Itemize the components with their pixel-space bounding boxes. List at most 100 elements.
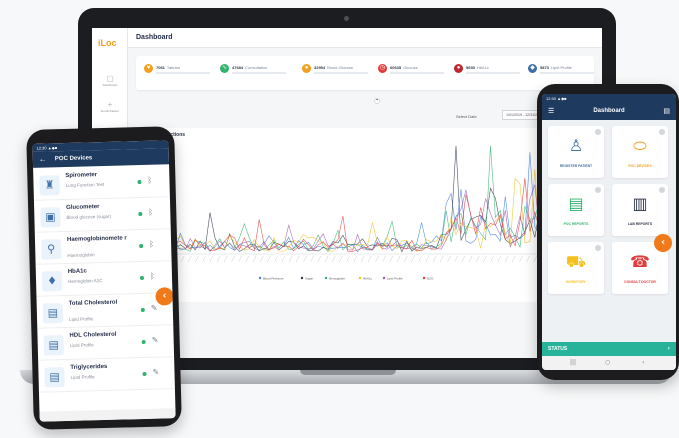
stat-value: 47684 Consultation: [232, 65, 267, 70]
x-tick: [389, 255, 393, 263]
lungs-icon: ♜: [39, 175, 60, 196]
x-tick: [238, 255, 242, 263]
x-tick: [260, 255, 264, 263]
collapse-fab-button[interactable]: ‹: [654, 234, 672, 252]
cart-icon: ⛟: [565, 252, 587, 271]
series-line: [145, 145, 585, 253]
x-tick: [454, 255, 458, 263]
x-tick: [209, 255, 213, 263]
x-tick: [519, 255, 523, 263]
legend-item[interactable]: Lipid Profile: [387, 276, 403, 280]
connection-status-dot: [142, 371, 147, 377]
back-icon[interactable]: ‹: [642, 359, 644, 366]
bluetooth-icon[interactable]: ᛒ: [149, 240, 154, 249]
stat-label: Glucose: [403, 65, 418, 70]
tile-corner-badge: [659, 129, 665, 135]
screen-title: POC Devices: [54, 155, 93, 163]
dashboard-tile[interactable]: ♙ REGISTER PATIENT: [548, 126, 604, 178]
bluetooth-icon[interactable]: ᛒ: [147, 176, 152, 185]
x-tick: [411, 255, 415, 263]
bluetooth-icon[interactable]: ᛒ: [148, 208, 153, 217]
stat-number: 5873: [540, 65, 549, 70]
tile-corner-badge: [595, 187, 601, 193]
device-list-item[interactable]: ♦ HbA1c Hemoglobin A1C ᛒ: [35, 262, 173, 297]
top-header: Dashboard: [128, 28, 602, 48]
legend-item[interactable]: Blood Pressure: [263, 276, 284, 280]
pen-icon[interactable]: ✎: [151, 304, 158, 313]
x-tick: [368, 255, 372, 263]
magnifier-icon: ⚲: [40, 239, 62, 260]
more-icon[interactable]: ▤: [663, 107, 670, 115]
select-date-label: Select Date: [456, 114, 477, 119]
lipid-chart-icon: ▤: [42, 303, 64, 324]
recent-apps-icon[interactable]: |||: [570, 359, 576, 366]
x-tick: [324, 255, 329, 263]
x-tick: [180, 255, 185, 263]
pen-icon[interactable]: ✎: [152, 368, 159, 377]
legend-item[interactable]: ECG: [427, 276, 434, 280]
device-list-item[interactable]: ♜ Spirometer Lung Function Test ᛒ: [33, 166, 170, 201]
x-tick: [526, 255, 530, 263]
tile-corner-badge: [595, 129, 601, 135]
x-tick: [310, 255, 314, 263]
stat-number: 32954: [314, 65, 326, 70]
legend-item[interactable]: Hemoglobin: [329, 276, 345, 280]
back-arrow-icon[interactable]: ←: [39, 154, 47, 163]
device-subtitle: Lipid Profile: [70, 374, 95, 380]
x-tick: [252, 255, 257, 263]
transactions-chart: Blood Pressure Sugar Hemoglobin HbA1c Lipid …: [144, 145, 586, 280]
expand-toggle[interactable]: ⌃: [374, 98, 380, 104]
stat-value: 7061 Tabular: [156, 65, 180, 70]
x-tick: [224, 255, 228, 263]
device-name: Total Cholesterol: [68, 299, 118, 307]
sidebar-item-enroll[interactable]: + Enroll Patient: [96, 100, 124, 113]
device-list-item[interactable]: ▤ Triglycerides Lipid Profile ✎: [38, 358, 175, 393]
device-name: Haemoglobinomete r: [66, 235, 127, 243]
x-tick: [346, 255, 350, 263]
dashboard-tile[interactable]: ▥ LAB REPORTS: [612, 184, 668, 236]
sidebar-item-label: Enroll Patient: [101, 109, 119, 113]
sidebar-item-dashboard[interactable]: ▢ Dashboard: [96, 74, 124, 87]
glucometer-icon: ▣: [40, 207, 61, 228]
bluetooth-icon[interactable]: ᛒ: [150, 272, 155, 281]
phone-left: 12:30 ▲◆■ ← POC Devices ♜ Spirometer Lung …: [26, 126, 182, 430]
device-name: Triglycerides: [70, 363, 108, 371]
device-name: HDL Cholesterol: [69, 331, 117, 339]
stat-subtext-line: [232, 72, 286, 74]
dashboard-tile[interactable]: ⬭ POC DEVICES: [612, 126, 668, 178]
device-subtitle: Lung Function Test: [65, 181, 105, 188]
heart-icon: ♥: [144, 64, 153, 73]
pen-icon[interactable]: ✎: [152, 336, 159, 345]
device-list-item[interactable]: ⚲ Haemoglobinomete r Haemoglobin ᛒ: [34, 230, 172, 265]
x-tick: [497, 255, 501, 263]
x-tick: [303, 255, 307, 263]
device-list-item[interactable]: ▣ Glucometer Blood glucose (sugar) ᛒ: [33, 198, 171, 233]
status-label: STATUS: [548, 346, 568, 352]
app-header: ← POC Devices: [32, 148, 170, 168]
tile-label: POC DEVICES: [628, 164, 652, 168]
dashboard-tile[interactable]: ▤ POC REPORTS: [548, 184, 604, 236]
legend-swatch: [300, 276, 304, 280]
x-tick: [461, 255, 465, 263]
dashboard-tile[interactable]: ⛟ INVENTORY: [548, 242, 604, 294]
connection-status-dot: [141, 339, 146, 345]
home-icon[interactable]: ○: [605, 359, 610, 366]
blood-test-icon: ♦: [41, 271, 63, 292]
reports-icon: ▤: [568, 194, 584, 213]
clock-icon: ◷: [378, 64, 387, 73]
status-bar: 12:30 ▲◆■: [542, 94, 676, 102]
device-list-item[interactable]: ▤ HDL Cholesterol Lipid Profile ✎: [37, 326, 175, 361]
stat-number: 60635: [390, 65, 402, 70]
device-list-item[interactable]: ▤ Total Cholesterol Lipid Profile ✎: [36, 294, 174, 329]
stat-label: Tabular: [166, 65, 181, 70]
x-tick: [332, 255, 336, 263]
blood-drop-icon: ●: [454, 64, 463, 73]
legend-item[interactable]: Sugar: [305, 276, 313, 280]
tile-corner-badge: [659, 187, 665, 193]
device-name: Glucometer: [66, 204, 100, 211]
status-button[interactable]: STATUS ›: [542, 342, 676, 356]
x-tick: [418, 255, 422, 263]
legend-item[interactable]: HbA1c: [363, 276, 373, 280]
stat-number: 47684: [232, 65, 244, 70]
x-tick: [468, 255, 473, 263]
